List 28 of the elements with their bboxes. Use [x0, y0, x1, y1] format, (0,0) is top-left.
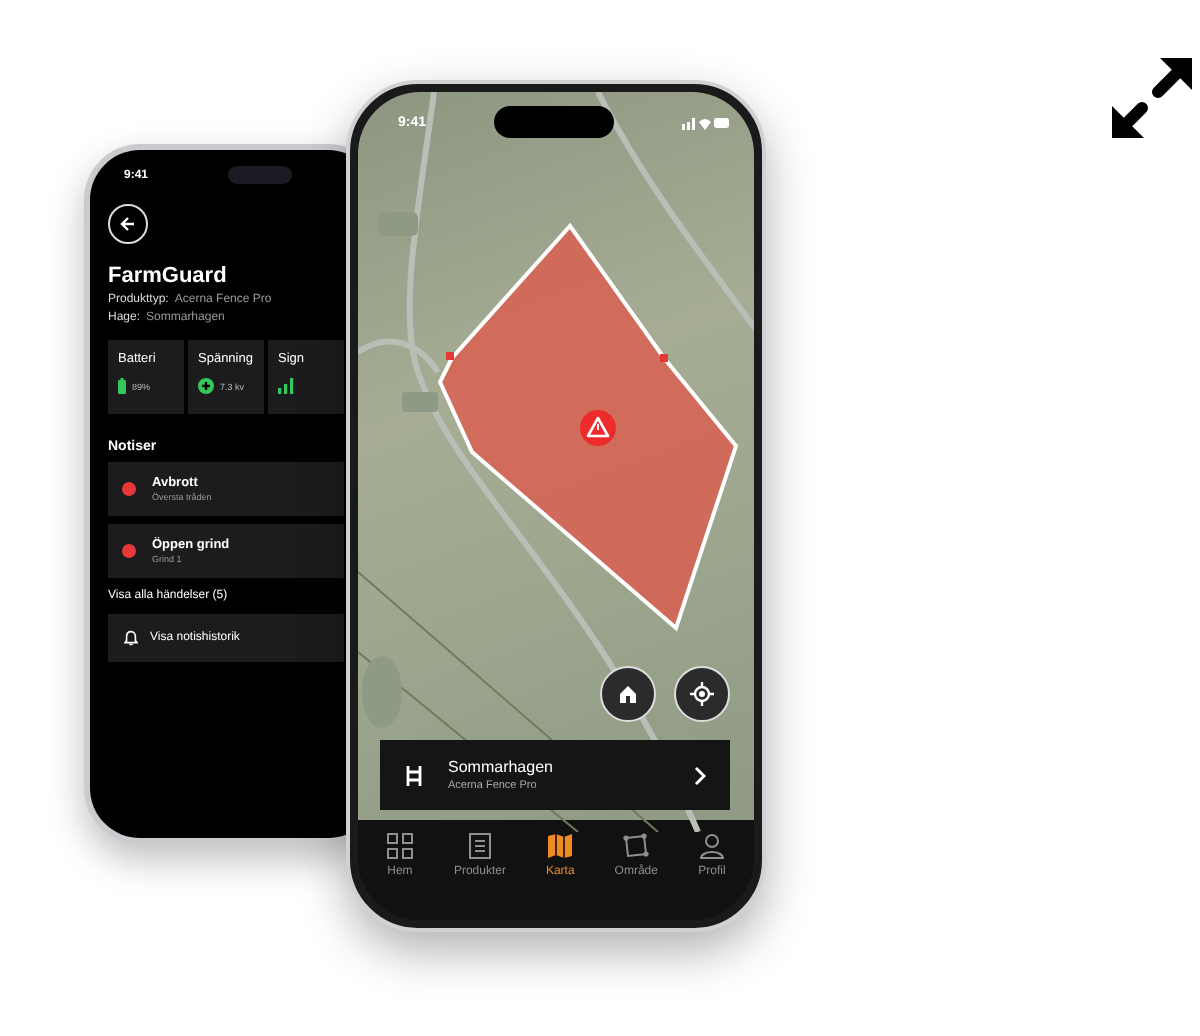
- camera-island: [228, 166, 293, 184]
- person-icon: [697, 832, 726, 860]
- bell-icon: [124, 630, 138, 646]
- locate-button[interactable]: [674, 666, 730, 722]
- list-icon: [465, 832, 494, 860]
- map-icon: [546, 832, 575, 860]
- fence-marker: [660, 354, 668, 362]
- signal-bars-icon: [278, 378, 294, 394]
- device-title: FarmGuard: [108, 264, 227, 288]
- battery-icon: [118, 378, 126, 394]
- warning-icon: [580, 410, 616, 446]
- home-button[interactable]: [600, 666, 656, 722]
- field-area[interactable]: [437, 222, 739, 632]
- fence-icon: [404, 765, 424, 785]
- fence-marker: [446, 352, 454, 360]
- status-icons: [681, 115, 730, 129]
- back-button[interactable]: [108, 204, 148, 244]
- area-icon: [622, 832, 651, 860]
- area-title: Sommarhagen: [448, 758, 555, 776]
- alert-dot: [122, 544, 136, 558]
- back-arrow-icon: [120, 216, 136, 232]
- grid-icon: [385, 832, 414, 860]
- chevron-right-icon: [694, 765, 706, 785]
- alert-dot: [122, 482, 136, 496]
- plus-circle-icon: [198, 378, 214, 394]
- locate-icon: [690, 682, 714, 706]
- camera-island: [494, 106, 614, 138]
- house-icon: [618, 684, 638, 704]
